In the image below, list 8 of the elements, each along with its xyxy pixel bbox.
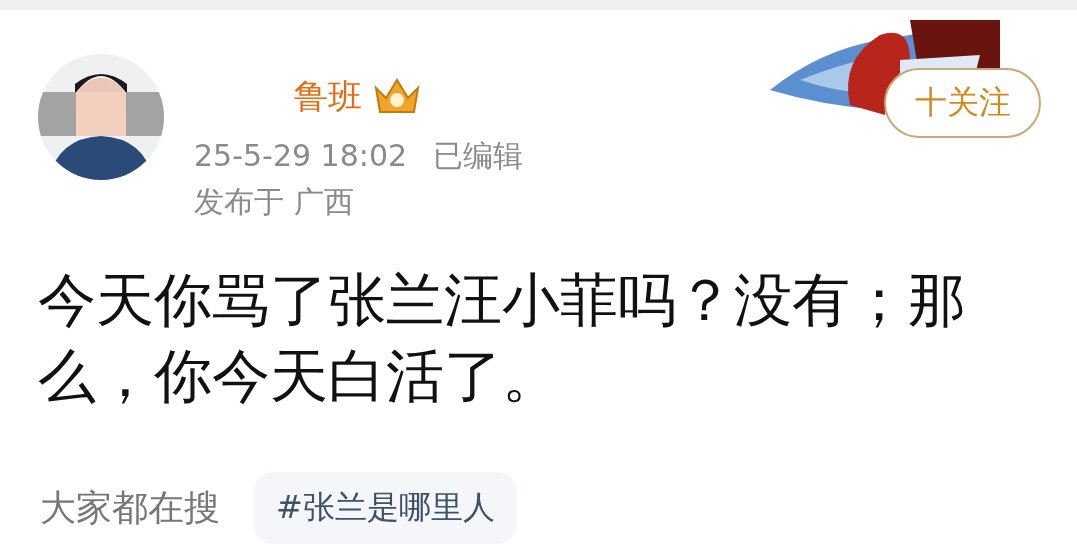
post-text: 今天你骂了张兰汪小菲吗？没有；那么，你今天白活了。 (38, 265, 967, 412)
trending-label: 大家都在搜 (40, 485, 220, 530)
post-time: 25-5-29 18:02 (194, 137, 408, 175)
hashtag-link[interactable]: #张兰是哪里人 (254, 472, 517, 544)
username[interactable]: 鲁班 (194, 74, 362, 118)
post-location: 发布于 广西 (194, 183, 355, 221)
edited-label: 已编辑 (433, 137, 524, 175)
follow-button[interactable]: 十关注 (884, 68, 1041, 138)
